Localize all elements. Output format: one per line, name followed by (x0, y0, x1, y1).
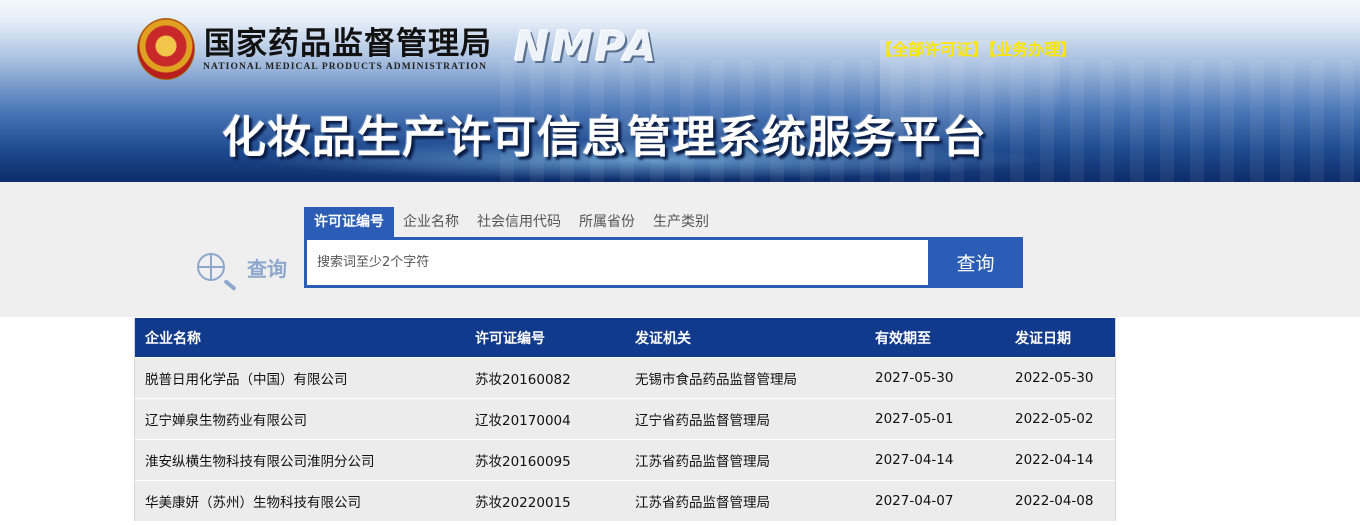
cell-issue-date: 2022-05-30 (1015, 370, 1094, 386)
org-name-cn: 国家药品监督管理局 (204, 26, 492, 62)
tab-credit-code[interactable]: 社会信用代码 (468, 207, 570, 237)
cell-issue-date: 2022-04-08 (1015, 493, 1094, 509)
column-company-name: 企业名称 (145, 330, 201, 347)
table-row[interactable]: 辽宁婵泉生物药业有限公司 辽妆20170004 辽宁省药品监督管理局 2027-… (135, 398, 1115, 439)
cell-license-number: 苏妆20160095 (475, 454, 571, 470)
cell-valid-until: 2027-04-07 (875, 493, 954, 509)
cell-license-number: 苏妆20220015 (475, 495, 571, 511)
table-row[interactable]: 淮安纵横生物科技有限公司淮阴分公司 苏妆20160095 江苏省药品监督管理局 … (135, 439, 1115, 480)
tab-company-name[interactable]: 企业名称 (394, 207, 468, 237)
cell-company-name: 淮安纵横生物科技有限公司淮阴分公司 (145, 454, 375, 470)
national-emblem-icon (137, 18, 195, 80)
table-row[interactable]: 华美康妍（苏州）生物科技有限公司 苏妆20220015 江苏省药品监督管理局 2… (135, 480, 1115, 521)
column-issuing-authority: 发证机关 (635, 330, 691, 347)
search-button[interactable]: 查询 (928, 237, 1023, 288)
cell-issuing-authority: 辽宁省药品监督管理局 (635, 413, 770, 429)
tab-province[interactable]: 所属省份 (570, 207, 644, 237)
table-row[interactable]: 脱普日用化学品（中国）有限公司 苏妆20160082 无锡市食品药品监督管理局 … (135, 357, 1115, 398)
search-area: 查询 许可证编号 企业名称 社会信用代码 所属省份 生产类别 查询 (0, 182, 1360, 317)
cell-valid-until: 2027-05-01 (875, 411, 954, 427)
cell-license-number: 苏妆20160082 (475, 372, 571, 388)
cell-valid-until: 2027-05-30 (875, 370, 954, 386)
cell-issue-date: 2022-05-02 (1015, 411, 1094, 427)
cell-issuing-authority: 无锡市食品药品监督管理局 (635, 372, 797, 388)
search-input[interactable] (307, 240, 928, 285)
cell-issuing-authority: 江苏省药品监督管理局 (635, 495, 770, 511)
cell-company-name: 华美康妍（苏州）生物科技有限公司 (145, 495, 361, 511)
cell-company-name: 辽宁婵泉生物药业有限公司 (145, 413, 307, 429)
cell-license-number: 辽妆20170004 (475, 413, 571, 429)
table-header: 企业名称 许可证编号 发证机关 有效期至 发证日期 (135, 318, 1115, 357)
column-valid-until: 有效期至 (875, 330, 931, 347)
cell-issue-date: 2022-04-14 (1015, 452, 1094, 468)
search-tabs: 许可证编号 企业名称 社会信用代码 所属省份 生产类别 (304, 207, 718, 237)
all-licenses-link[interactable]: 【全部许可证】 (876, 40, 988, 59)
column-license-number: 许可证编号 (475, 330, 545, 347)
globe-search-icon (197, 253, 225, 281)
cell-company-name: 脱普日用化学品（中国）有限公司 (145, 372, 348, 388)
business-link[interactable]: 【业务办理】 (988, 40, 1076, 59)
cell-issuing-authority: 江苏省药品监督管理局 (635, 454, 770, 470)
platform-title: 化妆品生产许可信息管理系统服务平台 (222, 112, 987, 163)
nmpa-logo: NMPA (514, 22, 659, 71)
org-name-en: NATIONAL MEDICAL PRODUCTS ADMINISTRATION (203, 62, 488, 72)
tab-license-number[interactable]: 许可证编号 (304, 207, 394, 237)
search-label: 查询 (197, 251, 287, 283)
top-links: 【全部许可证】【业务办理】 (876, 36, 1076, 60)
search-box: 查询 (304, 237, 1023, 288)
column-issue-date: 发证日期 (1015, 330, 1071, 347)
tab-production-category[interactable]: 生产类别 (644, 207, 718, 237)
cell-valid-until: 2027-04-14 (875, 452, 954, 468)
search-label-text: 查询 (247, 256, 287, 281)
header-banner: 国家药品监督管理局 NATIONAL MEDICAL PRODUCTS ADMI… (0, 0, 1360, 182)
results-table: 企业名称 许可证编号 发证机关 有效期至 发证日期 脱普日用化学品（中国）有限公… (134, 318, 1116, 521)
